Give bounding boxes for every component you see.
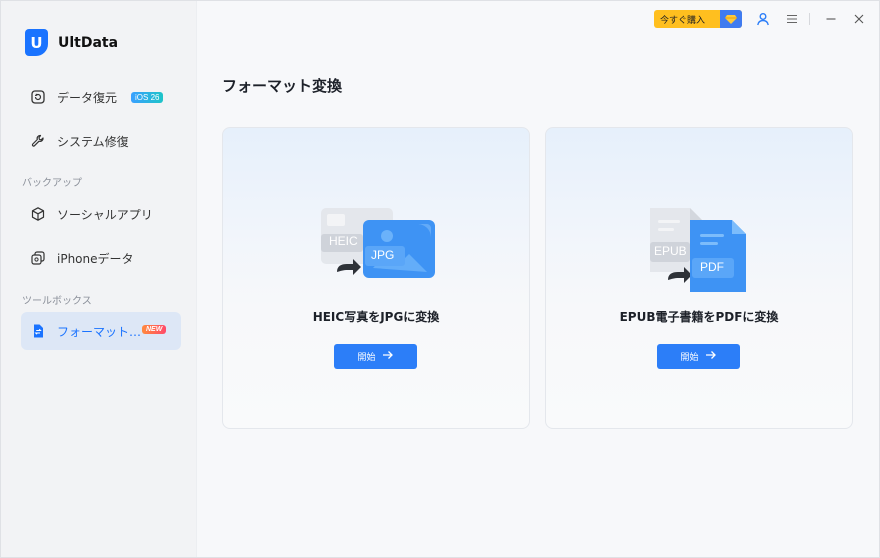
new-badge: NEW <box>142 325 167 334</box>
arrow-right-icon <box>382 350 394 363</box>
card-title: HEIC写真をJPGに変換 <box>312 310 440 324</box>
app-window: U UltData データ復元 iOS 26 システム修復 バックアップ ソーシ… <box>0 0 880 558</box>
sidebar-item-label: iPhoneデータ <box>57 251 134 266</box>
card-title: EPUB電子書籍をPDFに変換 <box>619 310 779 324</box>
wrench-icon <box>30 133 46 149</box>
ios-version-badge: iOS 26 <box>131 91 164 103</box>
sidebar-item-format-convert[interactable]: フォーマット… NEW <box>21 312 181 350</box>
titlebar-divider <box>809 13 810 25</box>
cube-icon <box>30 206 46 222</box>
start-button-label: 開始 <box>680 353 699 363</box>
heic-to-jpg-card[interactable]: HEIC JPG HEIC写真をJPGに変換 開始 <box>222 127 530 429</box>
jpg-format-label: JPG <box>371 248 395 262</box>
copy-icon <box>30 250 46 266</box>
section-label-toolbox: ツールボックス <box>22 296 92 307</box>
app-name: UltData <box>58 34 119 51</box>
sidebar-item-system-repair[interactable]: システム修復 <box>21 122 181 160</box>
page-title: フォーマット変換 <box>222 77 343 95</box>
sidebar-item-label: ソーシャルアプリ <box>57 207 153 222</box>
buy-now-label: 今すぐ購入 <box>660 15 706 26</box>
sidebar-item-label: フォーマット… <box>57 324 142 339</box>
start-heic-convert-button[interactable]: 開始 <box>334 344 417 369</box>
diamond-icon <box>720 10 742 28</box>
sidebar-item-label: システム修復 <box>57 134 129 149</box>
menu-icon[interactable] <box>784 11 800 27</box>
section-label-backup: バックアップ <box>22 178 82 189</box>
app-logo: U UltData <box>25 29 118 56</box>
sidebar: U UltData データ復元 iOS 26 システム修復 バックアップ ソーシ… <box>1 1 197 557</box>
pdf-format-label: PDF <box>700 260 724 274</box>
close-icon[interactable] <box>851 11 867 27</box>
sidebar-item-data-recovery[interactable]: データ復元 iOS 26 <box>21 78 181 116</box>
start-button-label: 開始 <box>357 353 376 363</box>
sidebar-item-social-apps[interactable]: ソーシャルアプリ <box>21 195 181 233</box>
buy-now-button[interactable]: 今すぐ購入 <box>654 10 742 28</box>
ultdata-logo-icon: U <box>25 29 48 56</box>
heic-format-label: HEIC <box>329 234 358 248</box>
sidebar-item-label: データ復元 <box>57 90 118 105</box>
account-icon[interactable] <box>755 11 771 27</box>
convert-file-icon <box>30 323 46 339</box>
arrow-right-icon <box>705 350 717 363</box>
epub-format-label: EPUB <box>654 244 687 258</box>
minimize-icon[interactable] <box>823 11 839 27</box>
start-epub-convert-button[interactable]: 開始 <box>657 344 740 369</box>
heic-to-jpg-illustration: HEIC JPG <box>317 206 437 296</box>
restore-icon <box>30 89 46 105</box>
epub-to-pdf-card[interactable]: EPUB PDF EPUB電子書籍をPDFに変換 開始 <box>545 127 853 429</box>
sidebar-item-iphone-data[interactable]: iPhoneデータ <box>21 239 181 277</box>
epub-to-pdf-illustration: EPUB PDF <box>640 206 760 296</box>
